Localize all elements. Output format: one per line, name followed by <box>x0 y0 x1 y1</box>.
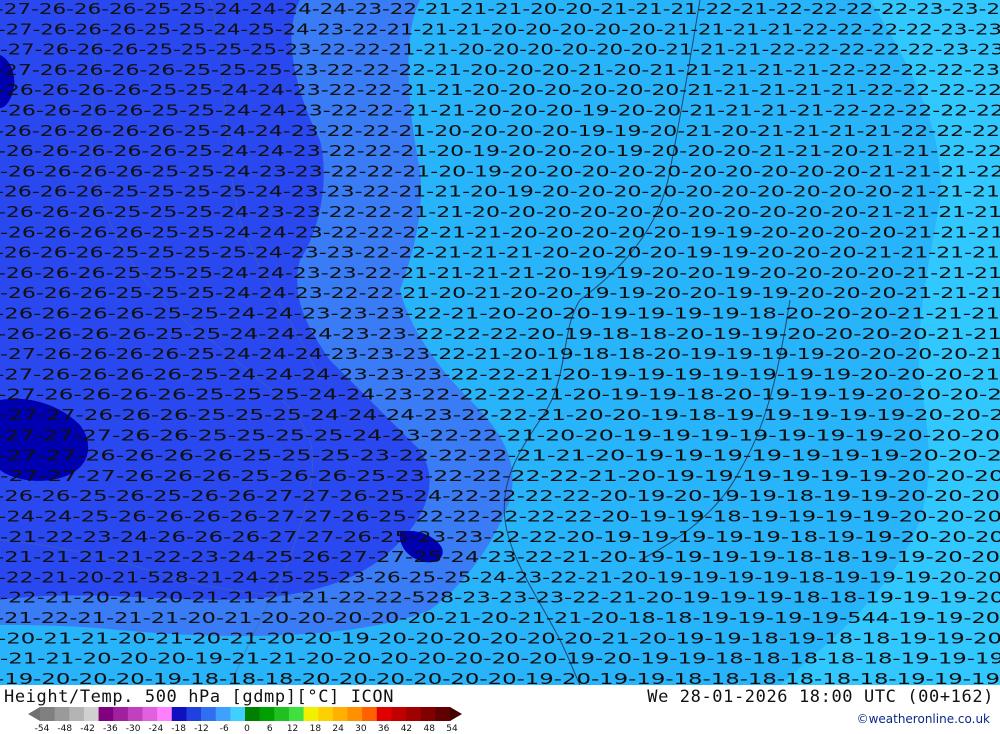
temperature-row: -26-26-26-26-25-25-24-24-23-23-23-22-21-… <box>0 305 1000 323</box>
temperature-row: -26-26-26-25-25-25-24-24-23-23-22-21-21-… <box>0 264 1000 282</box>
temperature-row: -21-22-23-24-26-26-26-27-27-26-25-23-23-… <box>0 528 1000 546</box>
legend-swatch <box>142 707 158 721</box>
map-title: Height/Temp. 500 hPa [gdmp][°C] ICON <box>4 687 395 707</box>
temperature-row: -19-20-20-20-19-18-18-18-20-20-20-20-20-… <box>0 670 1000 685</box>
legend-swatch <box>318 707 334 721</box>
legend-left-arrow <box>28 707 40 721</box>
temperature-row: -27-27-27-26-26-25-25-25-25-24-23-22-22-… <box>0 426 1000 444</box>
legend-swatch <box>69 707 85 721</box>
legend-swatch <box>362 707 378 721</box>
legend-swatch <box>54 707 70 721</box>
temperature-row: -27-26-26-26-25-25-24-25-24-23-22-21-21-… <box>0 20 1000 38</box>
temperature-row: -26-26-26-25-25-25-24-23-23-22-22-21-21-… <box>0 203 1000 221</box>
legend-swatch <box>332 707 348 721</box>
temperature-row: -26-26-26-26-26-25-24-24-23-22-22-21-20-… <box>0 122 1000 140</box>
temperature-row: -21-21-20-20-20-19-21-21-20-20-20-20-20-… <box>0 650 1000 668</box>
color-scale-legend <box>28 707 462 721</box>
legend-swatch <box>230 707 246 721</box>
temperature-row: -27-27-27-26-26-26-25-26-26-25-23-22-22-… <box>0 467 1000 485</box>
legend-swatch <box>347 707 363 721</box>
credit-link[interactable]: ©weatheronline.co.uk <box>857 712 990 726</box>
temperature-row: -26-26-26-25-25-25-25-24-23-23-22-21-21-… <box>0 183 1000 201</box>
legend-swatch <box>245 707 261 721</box>
temperature-row: -26-26-26-25-25-25-24-24-23-22-22-21-20-… <box>0 284 1000 302</box>
valid-time: We 28-01-2026 18:00 UTC (00+162) <box>647 687 994 707</box>
temperature-labels: -27-26-26-26-25-25-24-24-24-24-23-22-21-… <box>0 0 1000 685</box>
temperature-row: -27-26-26-26-26-25-24-24-24-23-23-23-22-… <box>0 365 1000 383</box>
footer-bar: Height/Temp. 500 hPa [gdmp][°C] ICON We … <box>0 685 1000 734</box>
legend-swatch <box>391 707 407 721</box>
legend-swatch <box>215 707 231 721</box>
temperature-row: -21-22-21-21-21-20-21-20-20-20-20-20-21-… <box>0 609 1000 627</box>
legend-swatch <box>376 707 392 721</box>
temperature-row: -26-26-26-26-26-25-24-24-23-22-22-21-20-… <box>0 142 1000 160</box>
temperature-row: -26-26-25-26-25-26-26-27-27-26-25-24-22-… <box>0 487 1000 505</box>
temperature-row: -26-26-26-26-25-25-24-24-23-22-22-21-21-… <box>0 102 1000 120</box>
legend-swatch <box>40 707 56 721</box>
temperature-row: -27-26-26-26-26-25-24-24-24-23-23-23-22-… <box>0 345 1000 363</box>
legend-swatch <box>303 707 319 721</box>
temperature-row: -27-26-26-26-26-25-25-25-23-22-22-22-21-… <box>0 61 1000 79</box>
legend-swatch <box>127 707 143 721</box>
temperature-row: -27-26-26-26-25-25-25-25-23-22-22-21-21-… <box>0 41 1000 59</box>
legend-swatch <box>157 707 173 721</box>
temperature-row: -26-26-26-26-25-25-24-24-23-22-22-22-21-… <box>0 223 1000 241</box>
legend-swatch <box>83 707 100 721</box>
legend-swatch <box>171 707 187 721</box>
legend-swatch <box>113 707 129 721</box>
temperature-row: -26-26-26-26-25-25-24-23-23-22-22-21-20-… <box>0 162 1000 180</box>
temperature-row: -24-24-25-26-26-26-26-27-27-26-25-22-22-… <box>0 508 1000 526</box>
temperature-row: -26-26-26-26-25-25-24-24-23-22-22-21-21-… <box>0 81 1000 99</box>
temperature-row: -27-26-26-26-25-25-24-24-24-24-23-22-21-… <box>0 0 1000 18</box>
legend-swatch <box>259 707 275 721</box>
legend-swatch <box>186 707 202 721</box>
temperature-row: -27-27-26-26-26-25-25-25-24-24-24-23-22-… <box>0 406 1000 424</box>
temperature-row: -26-26-26-25-25-25-25-24-23-23-22-22-21-… <box>0 244 1000 262</box>
temperature-row: -20-21-21-20-21-20-21-20-20-19-20-20-20-… <box>0 629 1000 647</box>
weather-map: -27-26-26-26-25-25-24-24-24-24-23-22-21-… <box>0 0 1000 685</box>
legend-swatch <box>201 707 217 721</box>
temperature-row: -22-21-20-21-528-21-24-25-25-23-26-25-25… <box>0 568 1000 586</box>
temperature-row: -22-21-20-21-20-21-21-21-21-22-22-528-23… <box>0 589 1000 607</box>
weather-map-canvas: -27-26-26-26-25-25-24-24-24-24-23-22-21-… <box>0 0 1000 685</box>
temperature-row: -21-21-21-21-22-23-24-25-26-27-27-25-24-… <box>0 548 1000 566</box>
legend-right-arrow <box>450 707 462 721</box>
legend-swatch <box>98 707 114 721</box>
temperature-row: -27-27-26-26-26-26-25-25-25-23-22-22-22-… <box>0 447 1000 465</box>
legend-swatch <box>435 707 451 721</box>
legend-swatch <box>406 707 422 721</box>
legend-swatch <box>274 707 290 721</box>
temperature-row: -27-26-26-26-26-25-25-25-24-24-23-22-22-… <box>0 386 1000 404</box>
legend-swatch <box>420 707 436 721</box>
temperature-row: -26-26-26-26-25-25-24-24-24-23-23-22-22-… <box>0 325 1000 343</box>
legend-swatch <box>288 707 305 721</box>
